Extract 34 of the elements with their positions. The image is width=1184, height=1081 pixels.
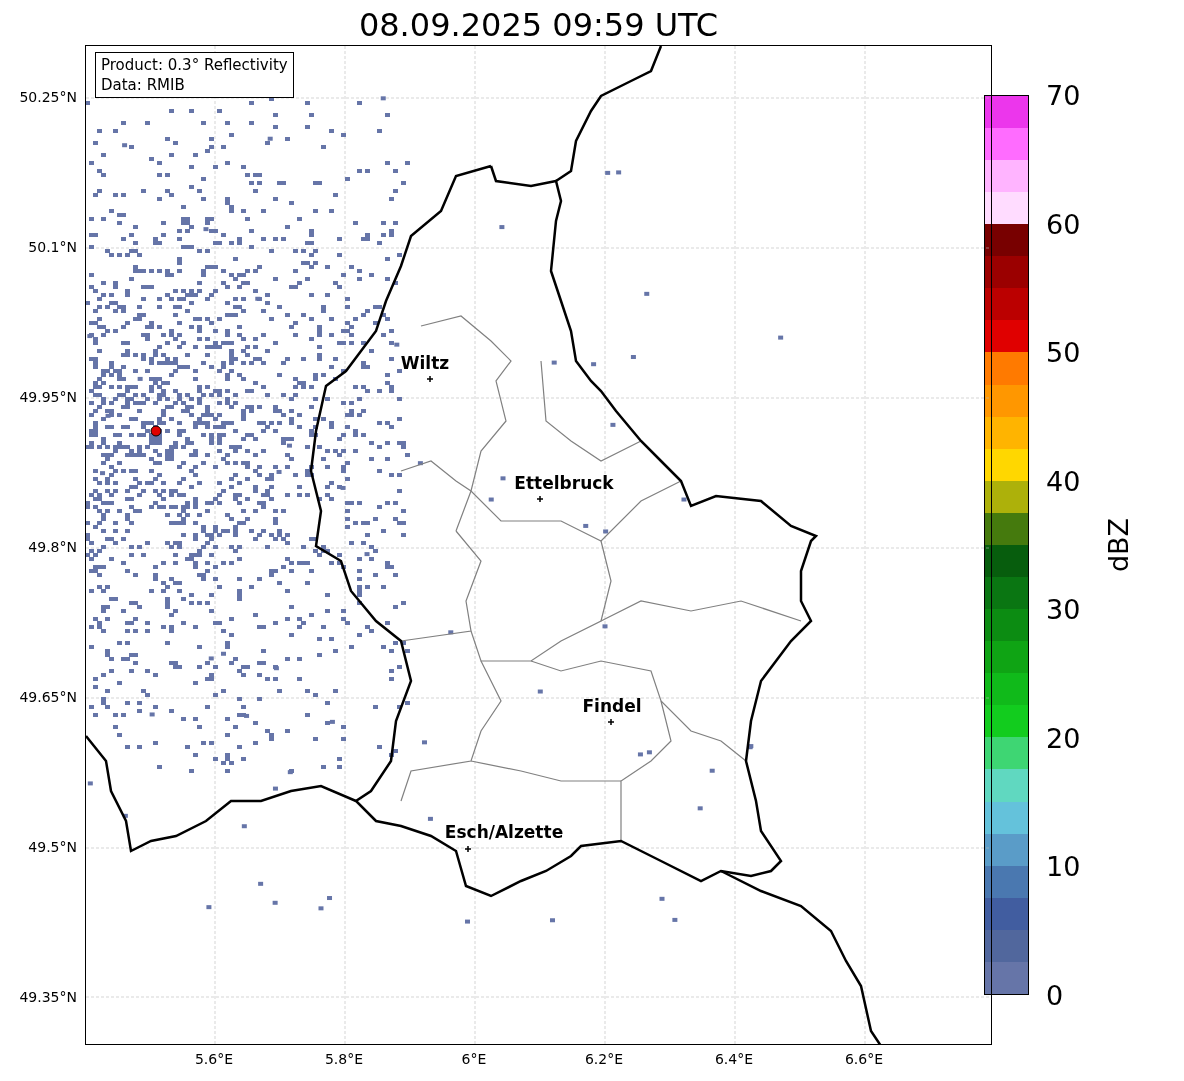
info-text: Product: 0.3° Reflectivity — [101, 55, 288, 75]
city-label: Findel — [582, 696, 642, 716]
latitude-tick-label: 49.5°N — [28, 839, 77, 855]
longitude-tick-label: 6.4°E — [714, 1051, 754, 1067]
colorbar-label: dBZ — [1102, 517, 1134, 573]
city-label: Wiltz — [400, 353, 450, 373]
longitude-tick-label: 6°E — [461, 1051, 487, 1067]
longitude-tick-label: 5.6°E — [194, 1051, 234, 1067]
city-marker-icon — [426, 375, 434, 383]
colorbar-tick-label: 10 — [1046, 852, 1081, 880]
longitude-tick-label: 5.8°E — [324, 1051, 364, 1067]
latitude-tick-label: 49.65°N — [19, 689, 77, 705]
longitude-tick-label: 6.2°E — [584, 1051, 624, 1067]
city-marker-icon — [536, 495, 544, 503]
latitude-tick-label: 50.1°N — [28, 239, 77, 255]
colorbar-tick-label: 20 — [1046, 724, 1081, 752]
colorbar-tick-label: 50 — [1046, 338, 1081, 366]
colorbar-tick-label: 30 — [1046, 595, 1081, 623]
longitude-tick-label: 6.6°E — [844, 1051, 884, 1067]
colorbar-tick-label: 0 — [1046, 981, 1064, 1009]
colorbar-tick-label: 40 — [1046, 467, 1081, 495]
latitude-tick-label: 49.8°N — [28, 539, 77, 555]
city-label: Ettelbruck — [514, 473, 614, 493]
latitude-tick-label: 49.35°N — [19, 989, 77, 1005]
colorbar-tick-label: 60 — [1046, 210, 1081, 238]
latitude-tick-label: 50.25°N — [19, 89, 77, 105]
colorbar-tick-label: 70 — [1046, 81, 1081, 109]
latitude-tick-label: 49.95°N — [19, 389, 77, 405]
chart-title: 08.09.2025 09:59 UTC — [358, 9, 719, 41]
city-marker-icon — [464, 845, 472, 853]
city-marker-icon — [607, 718, 615, 726]
info-text: Data: RMIB — [101, 75, 186, 95]
radar-site-marker — [150, 425, 162, 437]
city-label: Esch/Alzette — [444, 822, 564, 842]
